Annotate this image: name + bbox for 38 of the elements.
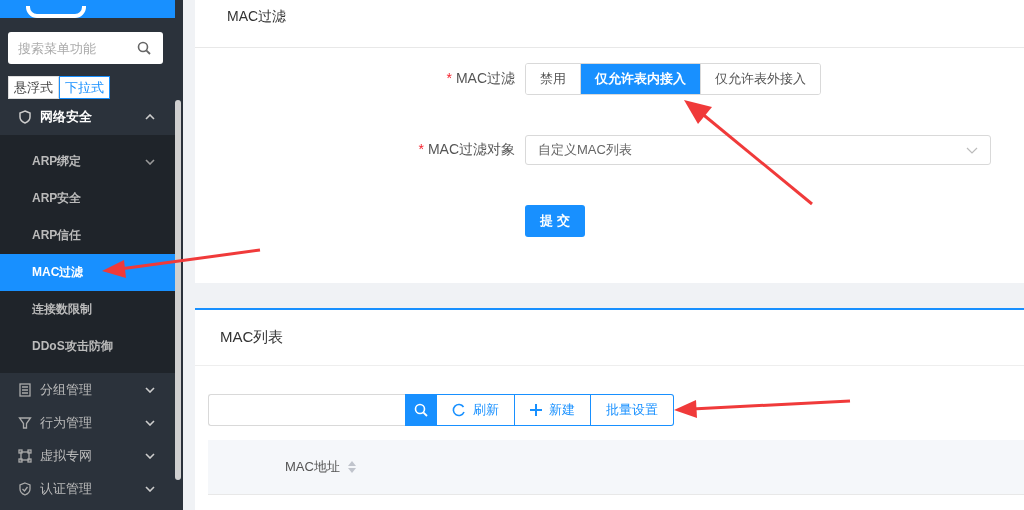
scrollbar[interactable] <box>175 100 181 480</box>
refresh-icon <box>452 403 466 417</box>
field-label: * MAC过滤对象 <box>417 141 516 159</box>
submenu-item[interactable]: DDoS攻击防御 <box>0 328 175 365</box>
mode-tab[interactable]: 悬浮式 <box>8 76 59 99</box>
field-label: * MAC过滤 <box>445 70 516 88</box>
chevron-icon <box>145 114 155 120</box>
chevron-icon <box>145 419 155 426</box>
search-icon <box>414 403 428 417</box>
menu-group[interactable]: 网络安全 <box>0 99 175 135</box>
chevron-icon <box>145 386 155 393</box>
search-field[interactable] <box>208 394 405 426</box>
menu-group[interactable]: 行为管理 <box>0 406 175 439</box>
menu-group[interactable]: 分组管理 <box>0 373 175 406</box>
submenu-item[interactable]: ARP绑定 <box>0 143 175 180</box>
book-icon <box>18 382 32 397</box>
card-title: MAC过滤 <box>227 8 287 26</box>
search-button[interactable] <box>405 394 437 426</box>
square-nodes-icon <box>18 448 32 463</box>
menu-search-field[interactable]: 搜索菜单功能 <box>8 32 163 64</box>
chevron-icon <box>145 485 155 492</box>
funnel-icon <box>18 415 32 430</box>
submenu-item[interactable]: 连接数限制 <box>0 291 175 328</box>
menu-group[interactable]: 认证管理 <box>0 472 175 505</box>
plus-icon <box>530 404 542 416</box>
logo-icon <box>26 6 86 18</box>
chevron-icon <box>966 146 978 154</box>
select-field[interactable]: 自定义MAC列表 <box>525 135 991 165</box>
submenu-item[interactable]: ARP安全 <box>0 180 175 217</box>
search-icon <box>137 41 151 55</box>
shield-icon <box>18 110 32 124</box>
option-button[interactable]: 禁用 <box>526 64 581 94</box>
column-header[interactable]: MAC地址 <box>285 458 356 476</box>
submenu-item[interactable]: ARP信任 <box>0 217 175 254</box>
menu-group[interactable]: 虚拟专网 <box>0 439 175 472</box>
card-title: MAC列表 <box>220 328 284 347</box>
shield-check-icon <box>18 481 32 496</box>
chevron-icon <box>145 452 155 459</box>
